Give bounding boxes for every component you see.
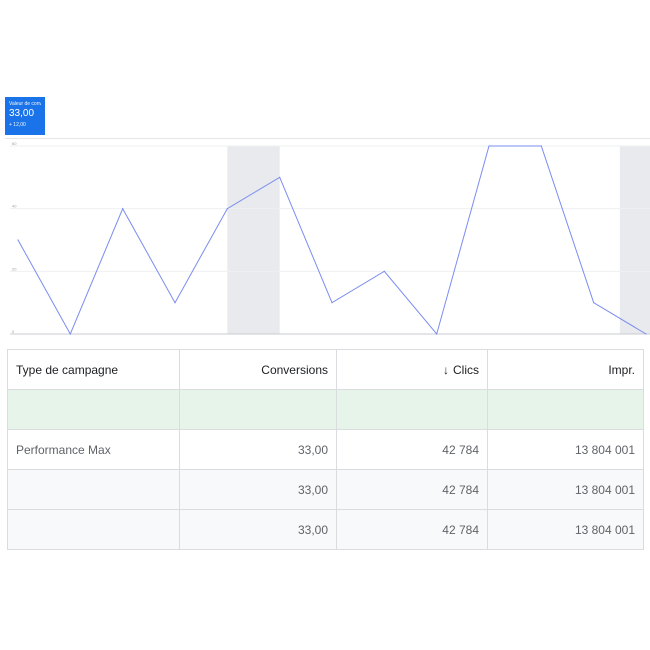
column-header-impressions[interactable]: Impr.	[487, 349, 644, 390]
metric-card-conversion-value[interactable]: Valeur de conversion 33,00 + 12,00	[5, 97, 45, 135]
data-point	[226, 208, 228, 210]
data-point	[17, 239, 19, 241]
column-header-label: Conversions	[261, 362, 328, 377]
table-cell	[336, 389, 488, 430]
table-row[interactable]: Performance Max 33,00 42 784 13 804 001	[7, 429, 644, 470]
table-cell-campaign-type	[7, 469, 180, 510]
chart-divider	[5, 138, 650, 139]
campaign-table: Type de campagne Conversions ↓ Clics Impr…	[7, 349, 644, 550]
series-line-0	[17, 145, 647, 336]
column-header-campaign-type[interactable]: Type de campagne	[7, 349, 180, 390]
data-point	[122, 208, 124, 210]
table-row-highlight[interactable]	[7, 389, 644, 430]
table-cell-campaign-type: Performance Max	[7, 429, 180, 470]
line-chart: 0 20 40 60	[10, 141, 650, 336]
column-header-label: Impr.	[608, 362, 635, 377]
column-header-label: Type de campagne	[16, 362, 119, 377]
column-header-conversions[interactable]: Conversions	[179, 349, 337, 390]
table-cell-conversions: 33,00	[179, 509, 337, 550]
data-point	[436, 333, 438, 335]
table-row[interactable]: 33,00 42 784 13 804 001	[7, 509, 644, 550]
table-cell	[7, 389, 180, 430]
table-cell-campaign-type	[7, 509, 180, 550]
y-tick-label: 0	[12, 329, 15, 334]
data-point	[645, 333, 647, 335]
report-view: Valeur de conversion 33,00 + 12,00 0 20 40…	[0, 0, 650, 650]
metric-card-value: 33,00	[9, 108, 35, 119]
table-cell-clicks: 42 784	[336, 429, 488, 470]
table-cell-impressions: 13 804 001	[487, 509, 644, 550]
y-tick-label: 20	[12, 266, 17, 271]
table-cell-clicks: 42 784	[336, 469, 488, 510]
sort-descending-icon: ↓	[443, 362, 449, 377]
data-point	[593, 302, 595, 304]
table-cell-conversions: 33,00	[179, 429, 337, 470]
table-cell-conversions: 33,00	[179, 469, 337, 510]
data-point	[279, 176, 281, 178]
y-tick-label: 60	[12, 141, 17, 146]
table-cell-impressions: 13 804 001	[487, 469, 644, 510]
data-point	[174, 302, 176, 304]
table-row[interactable]: 33,00 42 784 13 804 001	[7, 469, 644, 510]
column-header-clicks[interactable]: ↓ Clics	[336, 349, 488, 390]
metric-card-label: Valeur de conversion	[9, 101, 41, 107]
shaded-band-1	[619, 146, 650, 334]
column-header-label: Clics	[453, 362, 479, 377]
metric-card-delta: + 12,00	[9, 122, 26, 128]
data-point	[69, 333, 71, 335]
table-cell-clicks: 42 784	[336, 509, 488, 550]
table-cell	[179, 389, 337, 430]
table-cell	[487, 389, 644, 430]
table-cell-impressions: 13 804 001	[487, 429, 644, 470]
data-point	[488, 145, 490, 147]
y-tick-label: 40	[12, 204, 17, 209]
data-point	[540, 145, 542, 147]
data-point	[383, 270, 385, 272]
shaded-band-0	[227, 146, 280, 334]
data-point	[331, 302, 333, 304]
table-header-row: Type de campagne Conversions ↓ Clics Impr…	[7, 349, 644, 390]
